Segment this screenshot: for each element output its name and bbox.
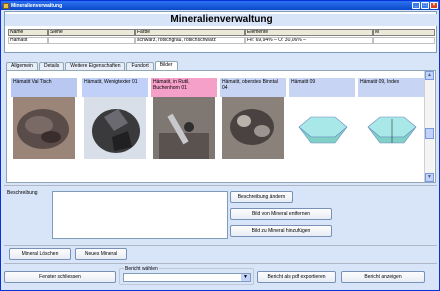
cell-farbe: schwarz, rötlichgrau, rötlichschwarz: [135, 37, 245, 44]
crystal-drawing: [291, 97, 353, 159]
cell-name: Hämatit: [8, 37, 48, 44]
image-gallery: Hämatit Val Tisch Hämatit, Wenigtexter 0…: [7, 71, 425, 182]
report-legend: Bericht wählen: [124, 266, 159, 272]
image-caption: Hämatit Val Tisch: [11, 78, 77, 97]
mineral-photo: [222, 97, 284, 159]
image-caption: Hämatit, oberstes Binntal 04: [220, 78, 286, 97]
mineral-photo: [13, 97, 75, 159]
description-label: Beschreibung: [7, 190, 38, 196]
divider: [4, 263, 437, 264]
table-row[interactable]: Hämatit schwarz, rötlichgrau, rötlichsch…: [8, 37, 435, 44]
change-description-button[interactable]: Beschreibung ändern: [230, 191, 293, 203]
scroll-down-icon[interactable]: ▼: [425, 173, 434, 182]
title-bar: Mineralienverwaltung _ □ ×: [1, 1, 439, 10]
tab-bilder[interactable]: Bilder: [154, 61, 178, 70]
report-selector-group: Bericht wählen ▼: [119, 266, 254, 285]
mineral-photo: [153, 97, 215, 159]
image-card[interactable]: Hämatit 09: [289, 78, 355, 163]
image-card[interactable]: Hämatit Val Tisch: [11, 78, 77, 163]
column-header-name[interactable]: Name: [8, 29, 48, 36]
column-header-siehe[interactable]: Siehe: [48, 29, 135, 36]
image-caption: Hämatit 09, Index: [358, 78, 424, 97]
minimize-button[interactable]: _: [412, 2, 420, 9]
delete-mineral-button[interactable]: Mineral Löschen: [9, 248, 71, 260]
app-icon: [3, 2, 9, 9]
tab-fundort[interactable]: Fundort: [126, 62, 154, 70]
new-mineral-button[interactable]: Neues Mineral: [75, 248, 127, 260]
chevron-down-icon[interactable]: ▼: [241, 274, 250, 281]
tab-weitere-eigenschaften[interactable]: Weitere Eigenschaften: [65, 62, 126, 70]
image-card[interactable]: Hämatit, in Rutil, Buchenhorn 01: [151, 78, 217, 163]
description-textarea[interactable]: [52, 191, 228, 239]
close-window-button[interactable]: Fenster schliessen: [4, 271, 116, 283]
application-window: Mineralienverwaltung _ □ × Mineralienver…: [0, 0, 440, 291]
image-card[interactable]: Hämatit, oberstes Binntal 04: [220, 78, 286, 163]
gallery-scrollbar[interactable]: ▲ ▼: [424, 71, 434, 182]
mineral-list: Mineralienverwaltung Name Siehe Farbe El…: [4, 11, 438, 53]
scroll-thumb[interactable]: [425, 128, 434, 139]
image-caption: Hämatit, in Rutil, Buchenhorn 01: [151, 78, 217, 97]
window-title: Mineralienverwaltung: [11, 2, 63, 9]
cell-elemente: Fe: 69,94% – O: 30,06% –: [245, 37, 373, 44]
column-header-elemente[interactable]: Elemente: [245, 29, 373, 36]
tab-details[interactable]: Details: [38, 62, 65, 70]
image-card[interactable]: Hämatit, Wenigtexter 01: [82, 78, 148, 163]
image-card[interactable]: Hämatit 09, Index: [358, 78, 424, 163]
scroll-up-icon[interactable]: ▲: [425, 71, 434, 80]
report-dropdown[interactable]: ▼: [123, 273, 251, 282]
column-header-m[interactable]: M: [373, 29, 435, 36]
tab-allgemein[interactable]: Allgemein: [6, 62, 38, 70]
tab-bar: Allgemein Details Weitere Eigenschaften …: [6, 61, 178, 70]
image-caption: Hämatit 09: [289, 78, 355, 97]
close-button[interactable]: ×: [430, 2, 438, 9]
crystal-drawing: [360, 97, 422, 159]
cell-siehe: [48, 37, 135, 44]
mineral-photo: [84, 97, 146, 159]
add-image-button[interactable]: Bild zu Mineral hinzufügen: [230, 225, 332, 237]
list-header-row: Name Siehe Farbe Elemente M: [8, 29, 435, 36]
image-caption: Hämatit, Wenigtexter 01: [82, 78, 148, 97]
images-panel: Hämatit Val Tisch Hämatit, Wenigtexter 0…: [6, 70, 436, 183]
export-pdf-button[interactable]: Bericht als pdf exportieren: [257, 271, 336, 283]
column-header-farbe[interactable]: Farbe: [135, 29, 245, 36]
cell-m: [373, 37, 435, 44]
remove-image-button[interactable]: Bild von Mineral entfernen: [230, 208, 332, 220]
maximize-button[interactable]: □: [421, 2, 429, 9]
page-title: Mineralienverwaltung: [5, 14, 438, 26]
show-report-button[interactable]: Bericht anzeigen: [341, 271, 425, 283]
divider: [4, 185, 437, 186]
divider: [4, 245, 437, 246]
